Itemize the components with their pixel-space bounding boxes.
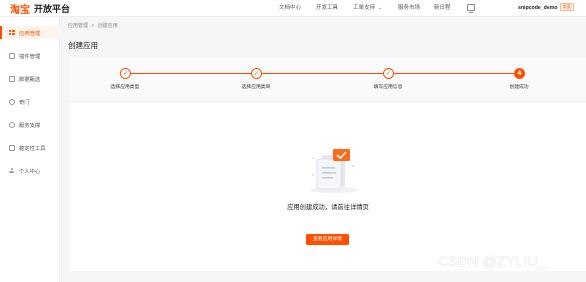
nav-ticket-support-label: 工单支持	[353, 5, 376, 11]
user-role-badge: 卖家	[559, 3, 574, 11]
top-navigation-bar: 淘宝 开放平台 文档中心 开发工具 工单支持 ⌄ 服务市场 新日程 snipcod…	[0, 0, 586, 17]
sidebar: 应用管理 插件管理 数据甄选 奇门 服务支撑 稳定性工具 个人中心	[0, 17, 60, 282]
sidebar-item-app-management[interactable]: 应用管理	[0, 26, 60, 39]
grid-icon	[9, 29, 15, 36]
monitor-icon[interactable]	[467, 4, 475, 13]
view-app-detail-button[interactable]: 查看应用详情	[306, 234, 349, 245]
sidebar-item-label: 数据甄选	[19, 76, 41, 83]
logo-text: 开放平台	[34, 4, 71, 14]
breadcrumb-current: 创建应用	[97, 23, 118, 29]
page-title: 创建应用	[68, 41, 98, 50]
sidebar-item-plugin-management[interactable]: 插件管理	[0, 49, 60, 62]
sidebar-item-stability-tools[interactable]: 稳定性工具	[0, 141, 60, 154]
step-connector	[394, 73, 514, 74]
step-connector	[262, 73, 383, 74]
step-2-label: 选择应用类目	[241, 85, 271, 90]
nav-docs[interactable]: 文档中心	[279, 0, 301, 17]
logo-mark: 淘宝	[10, 5, 30, 16]
step-1-label: 选择应用类型	[110, 85, 140, 90]
sidebar-item-label: 服务支撑	[19, 122, 41, 129]
sidebar-item-service-support[interactable]: 服务支撑	[0, 118, 60, 131]
sidebar-item-label: 稳定性工具	[19, 145, 46, 152]
sidebar-item-label: 个人中心	[19, 168, 41, 175]
box-icon	[9, 75, 15, 82]
breadcrumb-root[interactable]: 应用管理	[68, 23, 88, 29]
sidebar-item-label: 插件管理	[19, 53, 41, 60]
csdn-watermark: CSDN @ZYLIU_	[438, 253, 546, 269]
box-icon	[9, 52, 15, 59]
result-card: 应用创建成功，请前往详情页 查看应用详情	[70, 103, 586, 271]
chevron-down-icon: ⌄	[378, 5, 383, 11]
box-icon	[9, 144, 15, 151]
step-4-current-indicator: 4	[514, 68, 525, 79]
user-name: snipcode_demo	[518, 5, 558, 11]
step-3-label: 填写应用信息	[373, 85, 403, 90]
nav-new-schedule[interactable]: 新日程	[434, 0, 451, 17]
step-connector	[131, 73, 251, 74]
circle-icon	[9, 98, 15, 105]
nav-dev-tools[interactable]: 开发工具	[316, 0, 338, 17]
sidebar-item-label: 奇门	[19, 99, 30, 106]
sidebar-item-personal-center[interactable]: 个人中心	[0, 164, 60, 177]
taobao-open-platform-logo[interactable]: 淘宝 开放平台	[10, 2, 71, 16]
sidebar-item-qimen[interactable]: 奇门	[0, 95, 60, 108]
step-1-check-icon: ✓	[120, 68, 131, 79]
breadcrumb: 应用管理 > 创建应用	[68, 22, 118, 29]
user-account[interactable]: snipcode_demo 卖家	[518, 0, 574, 17]
steps-progress: ✓ ✓ ✓ 4 选择应用类型 选择应用类目 填写应用信息 创建成功	[70, 58, 586, 100]
step-3-check-icon: ✓	[383, 68, 394, 79]
sidebar-item-data-selection[interactable]: 数据甄选	[0, 72, 60, 85]
circle-icon	[9, 121, 15, 128]
document-success-illustration	[310, 149, 358, 193]
sidebar-item-label: 应用管理	[19, 30, 41, 37]
step-4-label: 创建成功	[509, 85, 529, 90]
nav-ticket-support[interactable]: 工单支持 ⌄	[353, 0, 382, 17]
nav-service-market[interactable]: 服务市场	[398, 0, 420, 17]
step-2-check-icon: ✓	[251, 68, 262, 79]
breadcrumb-separator: >	[91, 23, 95, 29]
success-message: 应用创建成功，请前往详情页	[287, 204, 369, 211]
person-icon	[9, 167, 15, 174]
